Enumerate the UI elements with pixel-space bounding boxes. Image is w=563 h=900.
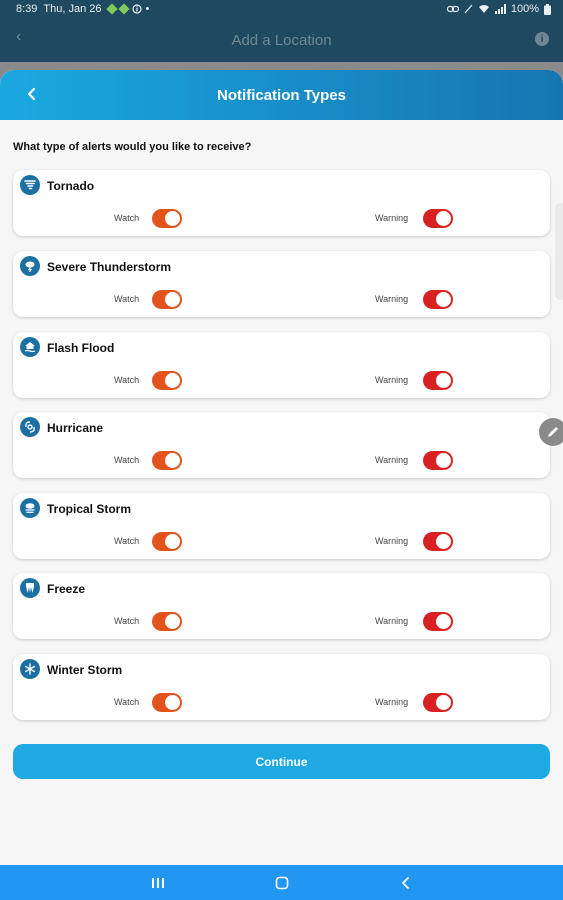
warning-toggle[interactable] <box>423 290 453 309</box>
watch-toggle[interactable] <box>152 290 182 309</box>
toggle-knob <box>436 695 451 710</box>
warning-label: Warning <box>375 455 409 465</box>
watch-toggle[interactable] <box>152 532 182 551</box>
alert-name: Freeze <box>47 582 86 596</box>
info-status-icon <box>131 4 142 14</box>
status-time: 8:39 <box>16 3 38 15</box>
edge-panel-handle[interactable] <box>556 204 563 299</box>
alert-card-freeze: Freeze Watch Warning <box>13 573 550 639</box>
warning-label: Warning <box>375 213 409 223</box>
alert-name: Flash Flood <box>47 341 115 355</box>
recent-apps-icon[interactable] <box>148 873 168 893</box>
back-chevron-icon[interactable] <box>22 84 42 104</box>
warning-toggle[interactable] <box>423 451 453 470</box>
toggle-knob <box>436 373 451 388</box>
toggle-knob <box>165 534 180 549</box>
toggle-knob <box>436 534 451 549</box>
notification-icons: • <box>105 3 150 15</box>
watch-label: Watch <box>114 213 140 223</box>
alert-name: Tornado <box>47 179 95 193</box>
alert-name: Severe Thunderstorm <box>47 260 172 274</box>
alert-question: What type of alerts would you like to re… <box>13 141 252 153</box>
battery-icon <box>544 3 551 15</box>
status-date: Thu, Jan 26 <box>43 3 102 15</box>
back-icon[interactable] <box>396 873 416 893</box>
warning-toggle[interactable] <box>423 612 453 631</box>
warning-toggle[interactable] <box>423 209 453 228</box>
signal-icon <box>494 4 506 14</box>
toggle-knob <box>165 614 180 629</box>
warning-label: Warning <box>375 616 409 626</box>
toggle-knob <box>436 211 451 226</box>
warning-label: Warning <box>375 697 409 707</box>
app-notification-icon <box>117 3 130 15</box>
alert-name: Hurricane <box>47 421 104 435</box>
watch-toggle[interactable] <box>152 371 182 390</box>
warning-toggle[interactable] <box>423 532 453 551</box>
more-dot-icon: • <box>145 3 150 15</box>
watch-toggle[interactable] <box>152 693 182 712</box>
background-info-icon: i <box>535 32 549 46</box>
sheet-header: Notification Types <box>0 70 563 120</box>
alert-card-hurricane: Hurricane Watch Warning <box>13 412 550 478</box>
hurricane-icon <box>20 417 40 437</box>
toggle-knob <box>436 453 451 468</box>
warning-toggle[interactable] <box>423 693 453 712</box>
navigation-bar <box>0 865 563 900</box>
warning-label: Warning <box>375 294 409 304</box>
warning-label: Warning <box>375 375 409 385</box>
freeze-icon <box>20 578 40 598</box>
alert-card-severe-thunderstorm: Severe Thunderstorm Watch Warning <box>13 251 550 317</box>
background-title: Add a Location <box>231 31 332 49</box>
toggle-knob <box>436 292 451 307</box>
alert-card-winter-storm: Winter Storm Watch Warning <box>13 654 550 720</box>
snowflake-icon <box>20 659 40 679</box>
home-icon[interactable] <box>272 873 292 893</box>
watch-label: Watch <box>114 375 140 385</box>
app-notification-icon <box>105 3 118 15</box>
status-bar: 8:39 Thu, Jan 26 • 100% <box>0 0 563 18</box>
tornado-icon <box>20 175 40 195</box>
thunderstorm-icon <box>20 256 40 276</box>
warning-label: Warning <box>375 536 409 546</box>
watch-label: Watch <box>114 536 140 546</box>
watch-toggle[interactable] <box>152 209 182 228</box>
mute-icon <box>464 4 473 14</box>
watch-label: Watch <box>114 616 140 626</box>
watch-label: Watch <box>114 455 140 465</box>
alert-name: Winter Storm <box>47 663 123 677</box>
toggle-knob <box>165 211 180 226</box>
flood-icon <box>20 337 40 357</box>
continue-button[interactable]: Continue <box>13 744 550 779</box>
tropical-storm-icon <box>20 498 40 518</box>
toggle-knob <box>165 373 180 388</box>
toggle-knob <box>165 292 180 307</box>
alert-card-tropical-storm: Tropical Storm Watch Warning <box>13 493 550 559</box>
toggle-knob <box>436 614 451 629</box>
warning-toggle[interactable] <box>423 371 453 390</box>
toggle-knob <box>165 695 180 710</box>
alert-name: Tropical Storm <box>47 502 132 516</box>
sheet-title: Notification Types <box>217 86 346 104</box>
battery-percent: 100% <box>510 3 539 15</box>
alert-card-tornado: Tornado Watch Warning <box>13 170 550 236</box>
watch-toggle[interactable] <box>152 451 182 470</box>
alert-card-flash-flood: Flash Flood Watch Warning <box>13 332 550 398</box>
link-icon <box>446 5 459 13</box>
watch-toggle[interactable] <box>152 612 182 631</box>
edit-pencil-icon[interactable] <box>539 418 563 446</box>
notification-types-sheet: Notification Types What type of alerts w… <box>0 70 563 865</box>
toggle-knob <box>165 453 180 468</box>
watch-label: Watch <box>114 697 140 707</box>
wifi-icon <box>478 5 489 13</box>
watch-label: Watch <box>114 294 140 304</box>
